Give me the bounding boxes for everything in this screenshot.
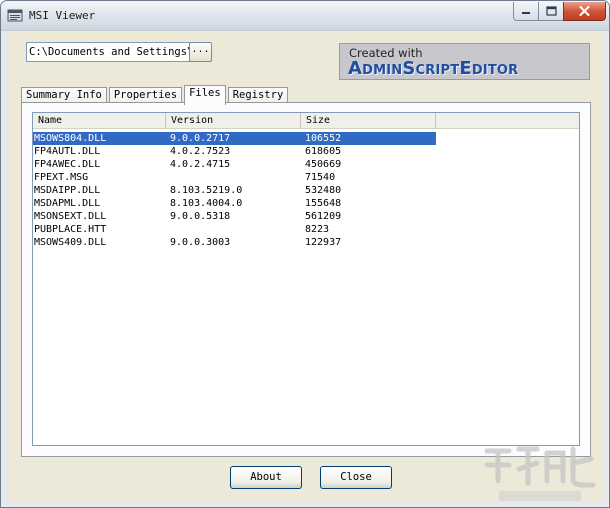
file-name: MSDAPML.DLL	[34, 198, 101, 209]
close-window-button[interactable]	[563, 2, 606, 21]
table-row[interactable]: MSOWS804.DLL 9.0.0.2717 106552	[33, 132, 436, 145]
file-size: 561209	[305, 211, 342, 222]
file-version: 9.0.0.2717	[170, 133, 231, 144]
tab-files[interactable]: Files	[184, 85, 226, 105]
file-size: 122937	[305, 237, 342, 248]
file-name: MSOWS409.DLL	[34, 237, 107, 248]
files-tab-panel: Name Version Size MSOWS804.DLL 9.0.0.271…	[21, 102, 591, 457]
table-row[interactable]: PUBPLACE.HTT 8223	[33, 223, 579, 236]
watermark-logo	[484, 446, 596, 501]
table-row[interactable]: FP4AWEC.DLL 4.0.2.4715 450669	[33, 158, 579, 171]
maximize-icon	[545, 6, 557, 16]
table-row[interactable]: FPEXT.MSG 71540	[33, 171, 579, 184]
file-name: FP4AUTL.DLL	[34, 146, 101, 157]
client-area: C:\Documents and Settings\. ... Created …	[7, 32, 603, 502]
browse-button[interactable]: ...	[189, 42, 212, 62]
minimize-button[interactable]	[513, 2, 539, 21]
file-size: 450669	[305, 159, 342, 170]
list-body: MSOWS804.DLL 9.0.0.2717 106552 FP4AUTL.D…	[33, 132, 579, 249]
file-version: 9.0.0.3003	[170, 237, 231, 248]
file-version: 4.0.2.7523	[170, 146, 231, 157]
maximize-button[interactable]	[538, 2, 564, 21]
file-name: MSONSEXT.DLL	[34, 211, 107, 222]
file-version: 8.103.4004.0	[170, 198, 243, 209]
file-name: MSDAIPP.DLL	[34, 185, 101, 196]
msi-app-icon	[7, 9, 23, 22]
file-size: 532480	[305, 185, 342, 196]
banner-logo-text: AdminScriptEditor	[348, 58, 519, 79]
column-header-size[interactable]: Size	[301, 113, 436, 129]
file-size: 106552	[305, 133, 342, 144]
window-title: MSI Viewer	[29, 9, 96, 22]
close-icon	[579, 6, 590, 16]
file-version: 4.0.2.4715	[170, 159, 231, 170]
file-name: PUBPLACE.HTT	[34, 224, 107, 235]
file-size: 8223	[305, 224, 330, 235]
table-row[interactable]: FP4AUTL.DLL 4.0.2.7523 618605	[33, 145, 579, 158]
msi-viewer-window: MSI Viewer C:\Documents and Settings\. .…	[0, 0, 610, 508]
table-row[interactable]: MSDAPML.DLL 8.103.4004.0 155648	[33, 197, 579, 210]
file-size: 155648	[305, 198, 342, 209]
column-header-version[interactable]: Version	[166, 113, 301, 129]
file-size: 71540	[305, 172, 336, 183]
close-button[interactable]: Close	[320, 466, 392, 489]
file-name: FPEXT.MSG	[34, 172, 89, 183]
table-row[interactable]: MSDAIPP.DLL 8.103.5219.0 532480	[33, 184, 579, 197]
table-row[interactable]: MSOWS409.DLL 9.0.0.3003 122937	[33, 236, 579, 249]
msi-path-field[interactable]: C:\Documents and Settings\.	[26, 42, 194, 62]
admin-script-editor-banner: Created with AdminScriptEditor	[339, 43, 590, 80]
file-size: 618605	[305, 146, 342, 157]
column-header-empty	[436, 113, 579, 129]
tab-strip: Summary Info Properties Files Registry	[21, 85, 290, 105]
table-row[interactable]: MSONSEXT.DLL 9.0.0.5318 561209	[33, 210, 579, 223]
minimize-icon	[522, 12, 530, 14]
title-bar[interactable]: MSI Viewer	[1, 1, 609, 31]
files-list[interactable]: Name Version Size MSOWS804.DLL 9.0.0.271…	[32, 112, 580, 446]
list-header: Name Version Size	[33, 113, 579, 129]
file-version: 8.103.5219.0	[170, 185, 243, 196]
file-name: MSOWS804.DLL	[34, 133, 107, 144]
file-name: FP4AWEC.DLL	[34, 159, 101, 170]
column-header-name[interactable]: Name	[33, 113, 166, 129]
file-version: 9.0.0.5318	[170, 211, 231, 222]
about-button[interactable]: About	[230, 466, 302, 489]
